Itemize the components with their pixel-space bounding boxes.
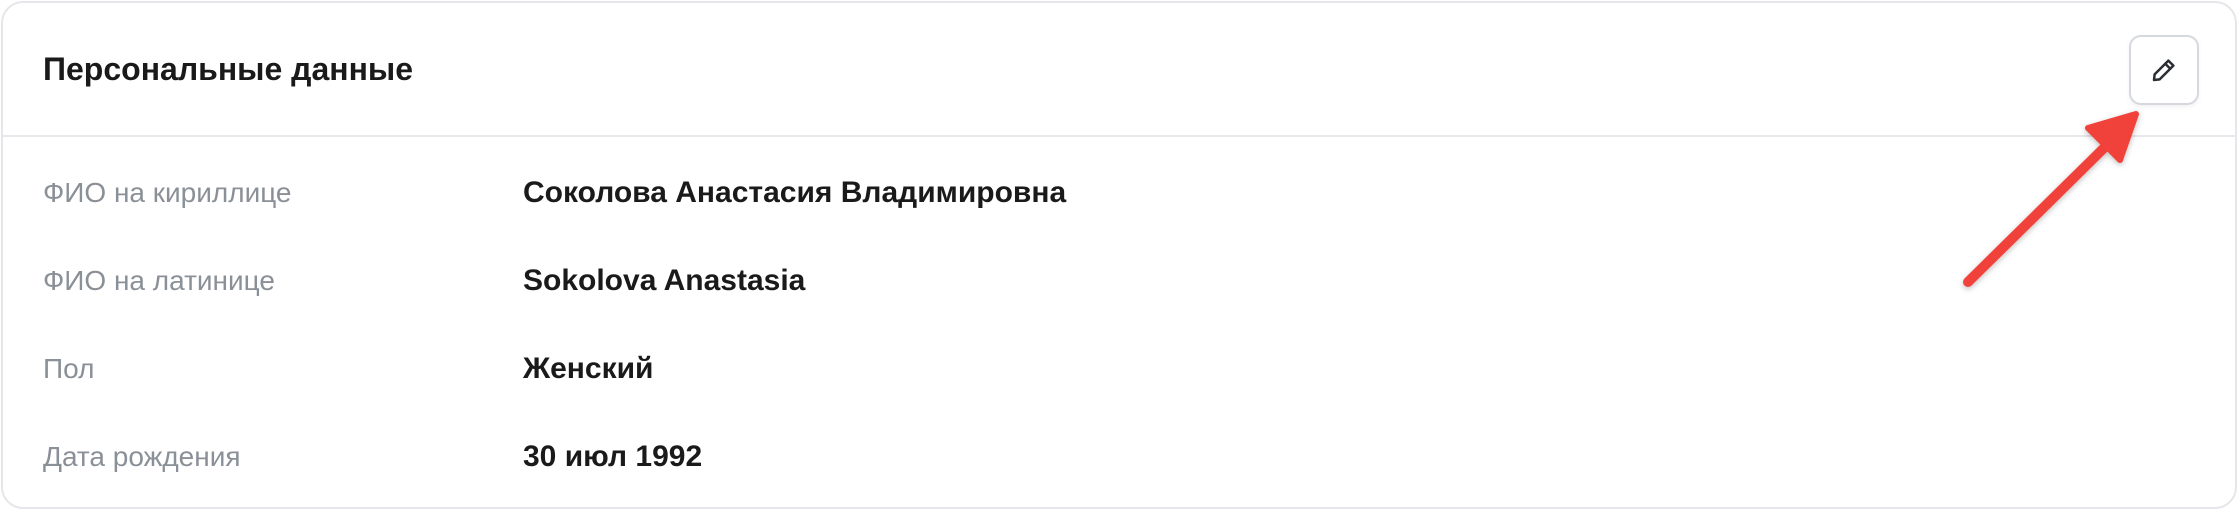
row-value: 30 июл 1992: [523, 440, 703, 473]
pencil-icon: [2149, 55, 2179, 85]
row-birth-date: Дата рождения 30 июл 1992: [3, 413, 2235, 501]
row-label: ФИО на латинице: [43, 265, 275, 296]
row-label: Пол: [43, 353, 95, 384]
row-gender: Пол Женский: [3, 325, 2235, 413]
row-value: Женский: [523, 352, 654, 385]
card-header: Персональные данные: [3, 3, 2235, 137]
edit-button[interactable]: [2129, 35, 2199, 105]
row-value: Sokolova Anastasia: [523, 264, 806, 297]
row-value: Соколова Анастасия Владимировна: [523, 176, 1067, 209]
card-title: Персональные данные: [43, 51, 414, 87]
row-label: Дата рождения: [43, 441, 241, 472]
row-fio-latin: ФИО на латинице Sokolova Anastasia: [3, 237, 2235, 325]
row-label: ФИО на кириллице: [43, 177, 292, 208]
personal-data-card: Персональные данные ФИО на кириллице Сок…: [1, 1, 2237, 509]
row-fio-cyrillic: ФИО на кириллице Соколова Анастасия Влад…: [3, 149, 2235, 237]
